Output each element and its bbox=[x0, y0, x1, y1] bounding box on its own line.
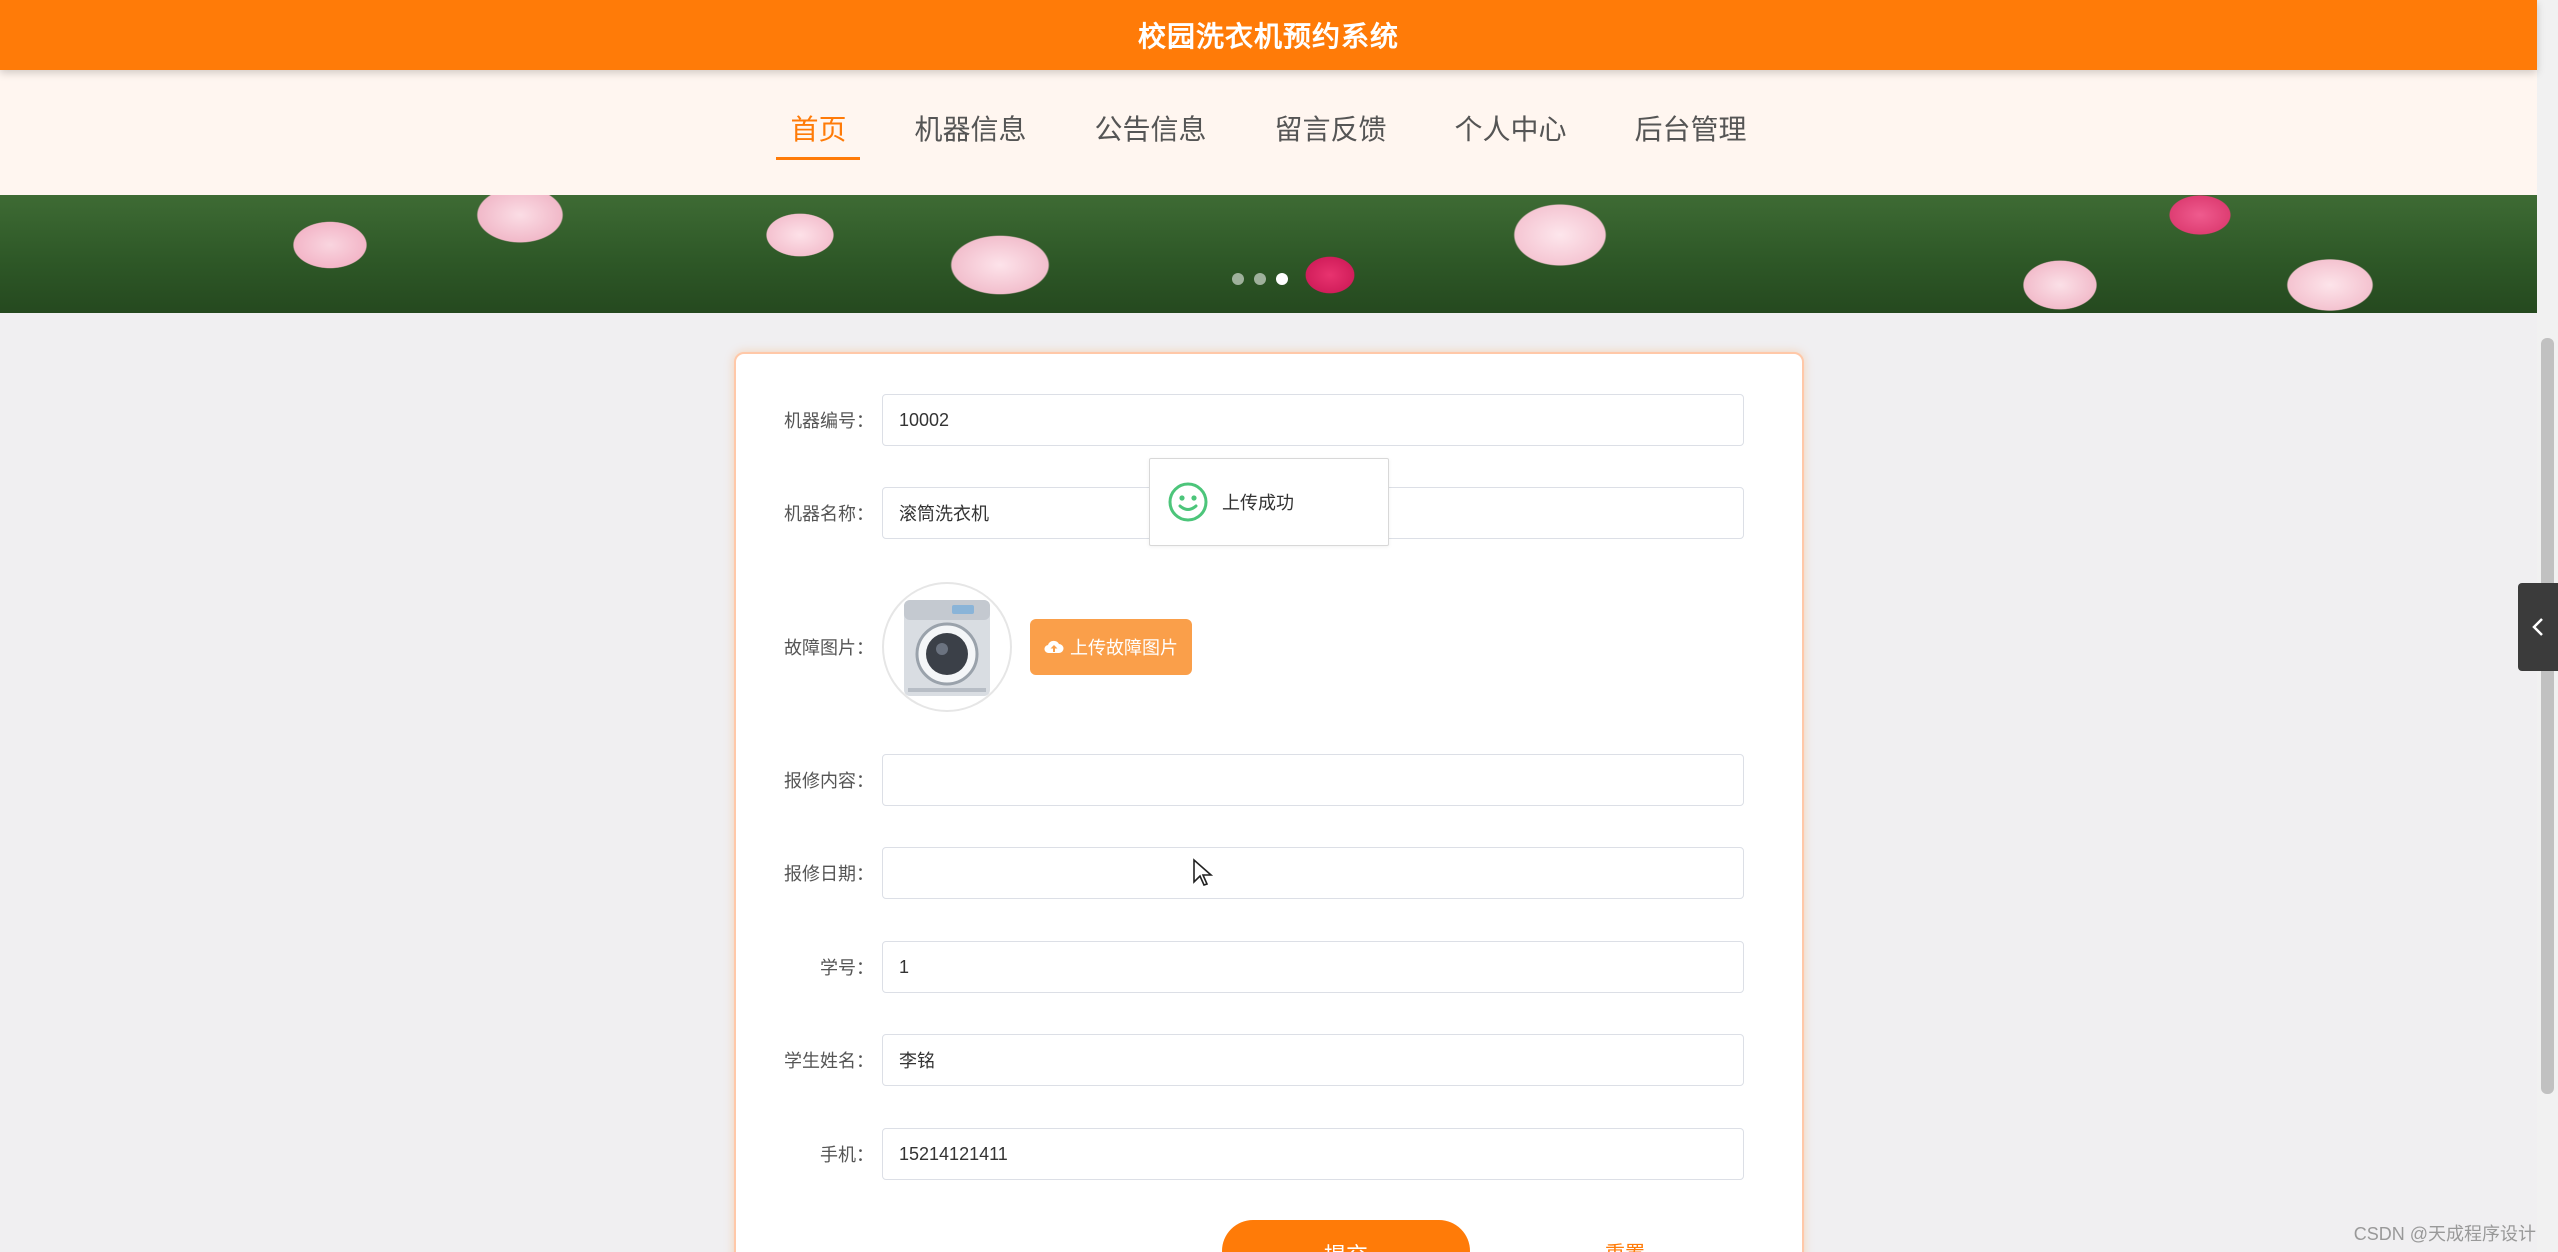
repair-content-input[interactable] bbox=[882, 754, 1744, 806]
top-header: 校园洗衣机预约系统 bbox=[0, 0, 2537, 70]
reset-button[interactable]: 重置 bbox=[1605, 1237, 1645, 1252]
toast-message: 上传成功 bbox=[1149, 458, 1389, 546]
site-title: 校园洗衣机预约系统 bbox=[1137, 21, 1399, 52]
fault-image-label: 故障图片： bbox=[784, 638, 874, 658]
nav-item-machines[interactable]: 机器信息 bbox=[900, 100, 1040, 160]
smile-icon bbox=[1168, 482, 1208, 522]
machine-no-input[interactable]: 10002 bbox=[882, 394, 1744, 446]
student-id-label: 学号： bbox=[820, 958, 874, 978]
row-student-name: 学生姓名： 李铭 bbox=[736, 1034, 1802, 1086]
toast-text: 上传成功 bbox=[1222, 493, 1294, 513]
banner-carousel bbox=[0, 195, 2537, 313]
upload-button-label: 上传故障图片 bbox=[1070, 638, 1178, 658]
student-name-label: 学生姓名： bbox=[784, 1051, 874, 1071]
carousel-dot-1[interactable] bbox=[1232, 273, 1244, 285]
nav-list: 首页 机器信息 公告信息 留言反馈 个人中心 后台管理 bbox=[776, 100, 1760, 160]
carousel-dot-3[interactable] bbox=[1276, 273, 1288, 285]
carousel-dot-2[interactable] bbox=[1254, 273, 1266, 285]
submit-button[interactable]: 提交 bbox=[1222, 1220, 1470, 1252]
cloud-upload-icon bbox=[1044, 640, 1064, 654]
row-repair-date: 报修日期： bbox=[736, 847, 1802, 899]
upload-area: 上传故障图片 bbox=[882, 582, 1192, 712]
scrollbar-thumb[interactable] bbox=[2541, 338, 2554, 1094]
row-student-id: 学号： 1 bbox=[736, 941, 1802, 993]
side-panel-toggle[interactable] bbox=[2518, 583, 2558, 671]
machine-no-label: 机器编号： bbox=[784, 411, 874, 431]
row-phone: 手机： 15214121411 bbox=[736, 1128, 1802, 1180]
main-nav: 首页 机器信息 公告信息 留言反馈 个人中心 后台管理 bbox=[0, 70, 2537, 195]
nav-item-profile[interactable]: 个人中心 bbox=[1441, 100, 1581, 160]
nav-item-admin[interactable]: 后台管理 bbox=[1621, 100, 1761, 160]
carousel-dots bbox=[1232, 273, 1288, 285]
nav-item-home[interactable]: 首页 bbox=[776, 100, 861, 160]
student-name-input[interactable]: 李铭 bbox=[882, 1034, 1744, 1086]
nav-item-announcements[interactable]: 公告信息 bbox=[1080, 100, 1220, 160]
machine-name-label: 机器名称： bbox=[784, 504, 874, 524]
repair-date-input[interactable] bbox=[882, 847, 1744, 899]
row-fault-image: 故障图片： 上传故障图片 bbox=[736, 582, 1802, 712]
upload-fault-image-button[interactable]: 上传故障图片 bbox=[1030, 619, 1192, 675]
phone-label: 手机： bbox=[820, 1145, 874, 1165]
student-id-input[interactable]: 1 bbox=[882, 941, 1744, 993]
chevron-left-icon bbox=[2532, 618, 2543, 636]
repair-content-label: 报修内容： bbox=[784, 771, 874, 791]
watermark: CSDN @天成程序设计 bbox=[2353, 1224, 2536, 1244]
washing-machine-icon bbox=[904, 600, 990, 696]
row-machine-no: 机器编号： 10002 bbox=[736, 394, 1802, 446]
fault-image-thumbnail[interactable] bbox=[882, 582, 1012, 712]
mouse-cursor-icon bbox=[1193, 858, 1214, 886]
phone-input[interactable]: 15214121411 bbox=[882, 1128, 1744, 1180]
repair-date-label: 报修日期： bbox=[784, 864, 874, 884]
row-repair-content: 报修内容： bbox=[736, 754, 1802, 806]
nav-item-feedback[interactable]: 留言反馈 bbox=[1261, 100, 1401, 160]
